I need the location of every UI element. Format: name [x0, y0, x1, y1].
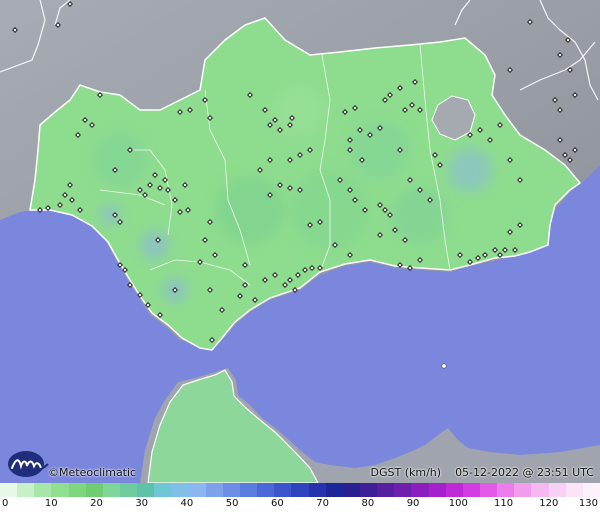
- color-scale-segment: [171, 483, 189, 497]
- color-scale-segment: [377, 483, 395, 497]
- color-scale-segment: [274, 483, 292, 497]
- variable-label: DGST (km/h): [370, 466, 442, 479]
- color-scale-segment: [137, 483, 155, 497]
- wind-gust-map: [0, 0, 600, 483]
- color-scale-segment: [68, 483, 86, 497]
- color-scale-segment: [411, 483, 429, 497]
- map-caption: DGST (km/h) 05-12-2022 @ 23:51 UTC: [371, 466, 594, 479]
- color-scale-segment: [394, 483, 412, 497]
- color-scale-tick-label: 10: [44, 498, 58, 509]
- color-scale-tick-label: 110: [493, 498, 514, 509]
- color-scale-segment: [257, 483, 275, 497]
- color-scale-segment: [479, 483, 498, 497]
- color-scale-tick-label: 30: [135, 498, 149, 509]
- color-scale-tick-label: 50: [225, 498, 239, 509]
- color-scale-tick-label: 20: [90, 498, 103, 509]
- color-scale-segment: [0, 483, 18, 497]
- meteoclimatic-logo: [8, 451, 49, 477]
- color-scale-segment: [34, 483, 52, 497]
- color-scale-segment: [154, 483, 172, 497]
- color-scale-segment: [428, 483, 446, 497]
- color-scale-segment: [497, 483, 515, 497]
- color-scale-segment: [119, 483, 138, 497]
- color-scale-segment: [188, 483, 206, 497]
- color-scale-segment: [239, 483, 258, 497]
- color-scale-tick-label: 60: [271, 498, 284, 509]
- color-scale-tick-label: 40: [180, 498, 194, 509]
- color-scale-tick-label: 0: [2, 498, 9, 509]
- datetime-label: 05-12-2022 @ 23:51 UTC: [455, 466, 594, 479]
- color-scale-bar: [0, 483, 600, 497]
- color-scale-segment: [462, 483, 480, 497]
- color-scale-segment: [514, 483, 532, 497]
- color-scale-segment: [205, 483, 223, 497]
- color-scale-tick-label: 70: [316, 498, 329, 509]
- color-scale-segment: [548, 483, 566, 497]
- color-scale-segment: [102, 483, 120, 497]
- color-scale-segment: [445, 483, 463, 497]
- color-scale-segment: [51, 483, 69, 497]
- color-scale-segment: [582, 483, 600, 497]
- color-scale-tick-label: 90: [406, 498, 420, 509]
- color-scale-tick-label: 120: [539, 498, 559, 509]
- color-scale-segment: [17, 483, 35, 497]
- color-scale-ticks: 0 10 20 30 40 50 60 70 80 90 100 110 120 130: [0, 498, 600, 517]
- color-scale-segment: [342, 483, 360, 497]
- color-scale-segment: [531, 483, 549, 497]
- color-scale-tick-label: 80: [361, 498, 375, 509]
- color-scale-segment: [308, 483, 326, 497]
- color-scale-segment: [359, 483, 378, 497]
- alboran-island: [441, 363, 447, 369]
- color-scale-segment: [85, 483, 103, 497]
- color-scale-tick-label: 130: [578, 498, 598, 509]
- color-scale-segment: [325, 483, 343, 497]
- color-scale-tick-label: 100: [448, 498, 468, 509]
- map-stage: ©Meteoclimatic DGST (km/h) 05-12-2022 @ …: [0, 0, 600, 517]
- color-scale-segment: [565, 483, 583, 497]
- color-scale-segment: [291, 483, 309, 497]
- color-scale-segment: [222, 483, 240, 497]
- brand-name: ©Meteoclimatic: [48, 466, 137, 479]
